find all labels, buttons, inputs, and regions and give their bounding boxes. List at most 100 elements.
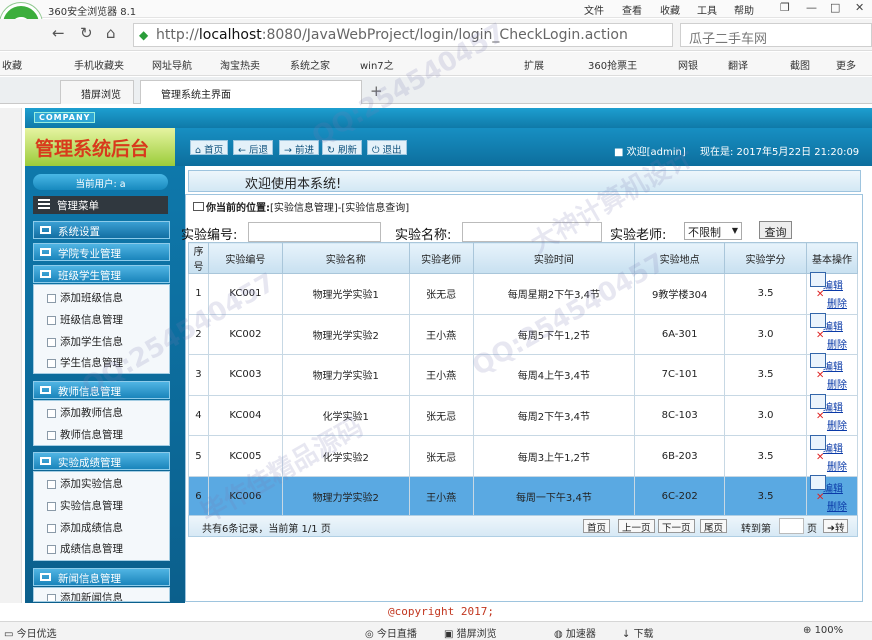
maximize-window-icon[interactable]: □ <box>830 1 840 14</box>
status-zoom-label: 100% <box>814 625 844 636</box>
table-cell: 物理光学实验1 <box>281 273 410 315</box>
home-button[interactable]: ⌂ 首页 <box>190 140 229 156</box>
query-button[interactable]: 查询 <box>759 221 792 239</box>
tab-label: 管理系统主界面 <box>161 90 231 101</box>
edit-link[interactable]: 编辑 <box>809 312 857 333</box>
pager-next[interactable]: 下一页 <box>658 519 695 534</box>
edit-link[interactable]: 编辑 <box>809 353 857 373</box>
menu-view[interactable]: 查看 <box>622 2 642 17</box>
status-live-label: 今日直播 <box>376 629 417 640</box>
status-accelerator[interactable]: ◍ 加速器 <box>554 625 596 640</box>
menu-group-teacher[interactable]: 教师信息管理 <box>33 381 170 399</box>
tab-admin-main[interactable]: 管理系统主界面 <box>140 80 362 104</box>
menu-manage-teacher[interactable]: 教师信息管理 <box>47 427 123 442</box>
system-settings-header[interactable]: 系统设置 <box>33 221 170 239</box>
edit-link[interactable]: 编辑 <box>809 394 857 414</box>
menu-add-class[interactable]: 添加班级信息 <box>47 290 123 305</box>
back-label: 后退 <box>248 145 268 156</box>
table-row[interactable]: 3KC003物理力学实验1王小燕每周4上午3,4节7C-1013.5编辑删除 <box>188 353 859 396</box>
url-input[interactable]: ◆ http://localhost:8080/JavaWebProject/l… <box>133 23 673 47</box>
menu-manage-experiment[interactable]: 实验信息管理 <box>47 498 123 513</box>
table-row[interactable]: 5KC005化学实验2张无忌每周3上午1,2节6B-2033.5编辑删除 <box>188 434 859 477</box>
tool-extensions[interactable]: 扩展 <box>524 57 544 72</box>
pager-first[interactable]: 首页 <box>583 519 611 534</box>
status-live[interactable]: ◎ 今日直播 <box>365 625 417 640</box>
teacher-select[interactable]: 不限制 ▼ <box>684 222 742 240</box>
menu-help[interactable]: 帮助 <box>734 2 754 17</box>
restore-window-icon[interactable]: ❐ <box>780 1 790 14</box>
table-row[interactable]: 4KC004化学实验1张无忌每周2下午3,4节8C-1033.0编辑删除 <box>188 394 859 437</box>
delete-link[interactable]: 删除 <box>816 370 857 391</box>
menu-add-experiment[interactable]: 添加实验信息 <box>47 476 123 491</box>
table-cell: 3.5 <box>724 273 807 315</box>
status-download[interactable]: ↓ 下载 <box>622 625 654 640</box>
status-left[interactable]: ▭ 今日优选 <box>4 625 57 640</box>
table-cell: KC004 <box>207 394 283 437</box>
menu-tools[interactable]: 工具 <box>697 2 717 17</box>
menu-add-student[interactable]: 添加学生信息 <box>47 334 123 349</box>
bookmark-favorites[interactable]: 收藏 <box>2 57 22 72</box>
menu-group-experiment[interactable]: 实验成绩管理 <box>33 452 170 470</box>
delete-link[interactable]: 删除 <box>816 289 857 310</box>
tool-bank[interactable]: 网银 <box>678 57 698 72</box>
edit-link[interactable]: 编辑 <box>809 434 857 455</box>
delete-link[interactable]: 删除 <box>816 452 857 473</box>
menu-add-score[interactable]: 添加成绩信息 <box>47 520 123 535</box>
table-cell: 6A-301 <box>634 313 726 356</box>
menu-group-news[interactable]: 新闻信息管理 <box>33 568 170 586</box>
table-row[interactable]: 1KC001物理光学实验1张无忌每周星期2下午3,4节9教学楼3043.5编辑删… <box>188 272 859 315</box>
new-tab-icon[interactable]: + <box>370 82 383 100</box>
menu-file[interactable]: 文件 <box>584 2 604 17</box>
bookmark-win7[interactable]: win7之 <box>360 57 394 72</box>
delete-link[interactable]: 删除 <box>816 492 857 513</box>
edit-link[interactable]: 编辑 <box>809 272 857 292</box>
tab-hunter-browse[interactable]: 猎屏浏览 <box>60 80 134 104</box>
status-hunter[interactable]: ▣ 猎屏浏览 <box>444 625 497 640</box>
pager-last[interactable]: 尾页 <box>700 519 728 534</box>
menu-group-college[interactable]: 学院专业管理 <box>33 243 170 261</box>
table-cell: 3.0 <box>724 313 807 356</box>
menu-manage-class[interactable]: 班级信息管理 <box>47 312 123 327</box>
tool-ticket[interactable]: 360抢票王 <box>588 57 637 72</box>
delete-link[interactable]: 删除 <box>816 330 857 351</box>
name-input[interactable] <box>462 222 602 242</box>
tool-more[interactable]: 更多 <box>836 57 856 72</box>
search-input[interactable]: 瓜子二手车网 <box>680 23 872 47</box>
tool-translate[interactable]: 翻译 <box>728 57 748 72</box>
home-icon[interactable]: ⌂ <box>106 24 116 42</box>
forward-button[interactable]: → 前进 <box>279 140 319 156</box>
table-row[interactable]: 2KC002物理光学实验2王小燕每周5下午1,2节6A-3013.0编辑删除 <box>188 312 859 356</box>
menu-manage-score[interactable]: 成绩信息管理 <box>47 541 123 556</box>
menu-manage-student[interactable]: 学生信息管理 <box>47 355 123 370</box>
menu-add-teacher[interactable]: 添加教师信息 <box>47 405 123 420</box>
minimize-window-icon[interactable]: — <box>806 1 817 14</box>
bookmark-syshome[interactable]: 系统之家 <box>290 57 330 72</box>
pager-page-input[interactable] <box>779 518 804 534</box>
back-arrow-icon[interactable]: ← <box>52 24 65 42</box>
menu-grid-icon <box>38 199 50 210</box>
bookmark-mobile[interactable]: 手机收藏夹 <box>74 57 124 72</box>
back-button[interactable]: ← 后退 <box>233 140 273 156</box>
current-time: 现在是: 2017年5月22日 21:20:09 <box>700 147 860 158</box>
bookmark-taobao[interactable]: 淘宝热卖 <box>220 57 260 72</box>
pager-go-button[interactable]: ➜转 <box>823 519 849 534</box>
edit-link[interactable]: 编辑 <box>809 475 857 495</box>
code-input[interactable] <box>248 222 381 242</box>
menu-square-icon <box>40 270 51 278</box>
close-window-icon[interactable]: ✕ <box>855 1 864 14</box>
menu-group-class-student[interactable]: 班级学生管理 <box>33 265 170 283</box>
table-cell: 物理光学实验2 <box>281 313 410 356</box>
menu-add-news[interactable]: 添加新闻信息 <box>47 590 123 601</box>
menu-favorites[interactable]: 收藏 <box>660 2 680 17</box>
status-zoom[interactable]: ⊕ 100% <box>803 625 843 636</box>
refresh-button[interactable]: ↻ 刷新 <box>322 140 362 156</box>
delete-link[interactable]: 删除 <box>816 411 857 432</box>
pager-prev[interactable]: 上一页 <box>618 519 655 534</box>
table-cell: 1 <box>188 273 209 315</box>
reload-icon[interactable]: ↻ <box>80 24 93 42</box>
bookmark-nav[interactable]: 网址导航 <box>152 57 192 72</box>
tool-screenshot[interactable]: 截图 <box>790 57 810 72</box>
table-cell: 张无忌 <box>408 394 474 437</box>
logout-button[interactable]: ⏻ 退出 <box>367 140 407 156</box>
table-row[interactable]: 6KC006物理力学实验2王小燕每周一下午3,4节6C-2023.5编辑删除 <box>188 475 859 518</box>
